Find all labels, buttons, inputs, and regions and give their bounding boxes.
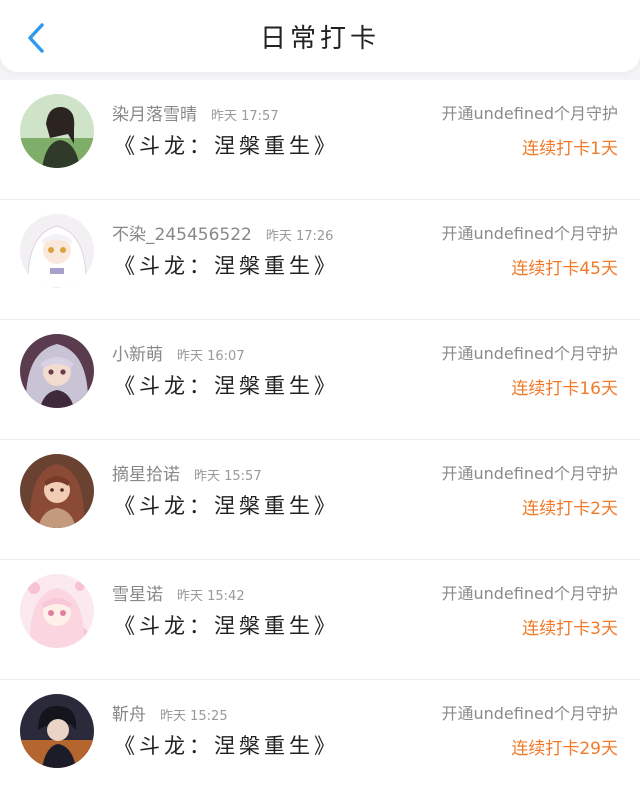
streak-badge: 连续打卡16天	[511, 379, 618, 399]
guard-status: 开通undefined个月守护	[441, 104, 618, 123]
streak-badge: 连续打卡1天	[522, 139, 618, 159]
book-title[interactable]: 《斗龙：涅槃重生》	[114, 130, 339, 160]
list-item[interactable]: 靳舟 昨天 15:25 《斗龙：涅槃重生》 开通undefined个月守护 连续打…	[0, 679, 640, 799]
guard-status: 开通undefined个月守护	[441, 704, 618, 723]
silver-hair-anime-avatar-icon	[20, 334, 94, 408]
girl-photo-avatar-icon	[20, 94, 94, 168]
guard-status: 开通undefined个月守护	[441, 344, 618, 363]
user-name[interactable]: 不染_245456522	[112, 225, 252, 245]
user-name[interactable]: 靳舟	[112, 705, 146, 725]
streak-badge: 连续打卡29天	[511, 739, 618, 759]
list-item[interactable]: 摘星拾诺 昨天 15:57 《斗龙：涅槃重生》 开通undefined个月守护 连…	[0, 439, 640, 559]
checkin-time: 昨天 15:25	[160, 709, 228, 724]
user-line: 不染_245456522 昨天 17:26	[112, 220, 333, 245]
checkin-time: 昨天 17:26	[265, 229, 334, 244]
avatar[interactable]	[20, 694, 94, 768]
avatar[interactable]	[20, 574, 94, 648]
streak-badge: 连续打卡2天	[522, 499, 618, 519]
book-title[interactable]: 《斗龙：涅槃重生》	[114, 730, 339, 760]
pink-anime-avatar-icon	[20, 574, 94, 648]
list-item[interactable]: 小新萌 昨天 16:07 《斗龙：涅槃重生》 开通undefined个月守护 连续…	[0, 319, 640, 439]
user-line: 靳舟 昨天 15:25	[112, 700, 228, 725]
avatar[interactable]	[20, 334, 94, 408]
guard-status: 开通undefined个月守护	[441, 224, 618, 243]
user-name[interactable]: 染月落雪晴	[112, 105, 197, 125]
list-item[interactable]: 染月落雪晴 昨天 17:57 《斗龙：涅槃重生》 开通undefined个月守护 …	[0, 80, 640, 199]
top-bar: 日常打卡	[0, 0, 640, 72]
list-item[interactable]: 雪星诺 昨天 15:42 《斗龙：涅槃重生》 开通undefined个月守护 连续…	[0, 559, 640, 679]
painted-girl-avatar-icon	[20, 454, 94, 528]
user-line: 摘星拾诺 昨天 15:57	[112, 460, 262, 485]
white-hair-anime-avatar-icon	[20, 214, 94, 288]
checkin-time: 昨天 17:57	[211, 109, 279, 124]
streak-badge: 连续打卡45天	[511, 259, 618, 279]
book-title[interactable]: 《斗龙：涅槃重生》	[114, 610, 339, 640]
list-item[interactable]: 不染_245456522 昨天 17:26 《斗龙：涅槃重生》 开通undefin…	[0, 199, 640, 319]
avatar[interactable]	[20, 454, 94, 528]
book-title[interactable]: 《斗龙：涅槃重生》	[114, 250, 339, 280]
user-line: 雪星诺 昨天 15:42	[112, 580, 245, 605]
book-title[interactable]: 《斗龙：涅槃重生》	[114, 370, 339, 400]
avatar[interactable]	[20, 94, 94, 168]
guard-status: 开通undefined个月守护	[441, 584, 618, 603]
checkin-time: 昨天 15:57	[194, 469, 262, 484]
avatar[interactable]	[20, 214, 94, 288]
user-name[interactable]: 小新萌	[112, 345, 163, 365]
streak-badge: 连续打卡3天	[522, 619, 618, 639]
book-title[interactable]: 《斗龙：涅槃重生》	[114, 490, 339, 520]
user-line: 小新萌 昨天 16:07	[112, 340, 245, 365]
dark-anime-boy-avatar-icon	[20, 694, 94, 768]
page-title: 日常打卡	[259, 24, 380, 54]
checkin-list: 染月落雪晴 昨天 17:57 《斗龙：涅槃重生》 开通undefined个月守护 …	[0, 80, 640, 799]
checkin-time: 昨天 16:07	[177, 349, 245, 364]
checkin-time: 昨天 15:42	[177, 589, 245, 604]
guard-status: 开通undefined个月守护	[441, 464, 618, 483]
user-name[interactable]: 摘星拾诺	[112, 465, 180, 485]
user-line: 染月落雪晴 昨天 17:57	[112, 100, 279, 125]
user-name[interactable]: 雪星诺	[112, 585, 163, 605]
